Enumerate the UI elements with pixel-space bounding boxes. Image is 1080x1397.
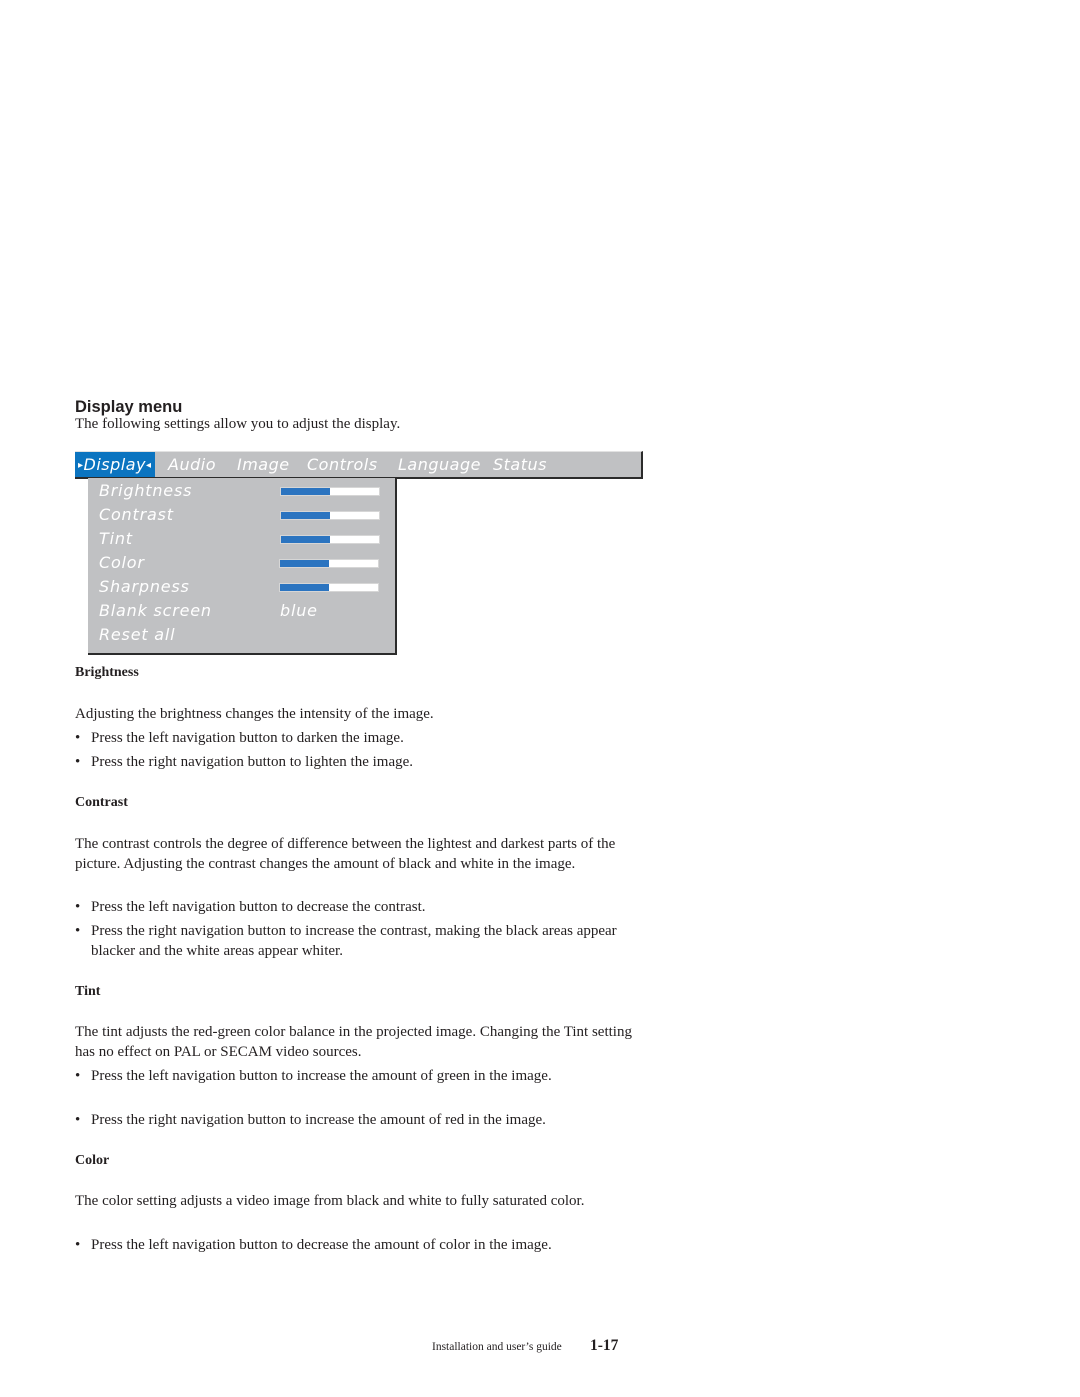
bullet-item: • Press the left navigation button to inc… (75, 1067, 650, 1087)
tab-audio[interactable]: Audio (168, 452, 216, 477)
menu-item-label: Contrast (99, 505, 174, 524)
tab-image[interactable]: Image (237, 452, 290, 477)
menu-item-contrast[interactable]: Contrast (99, 503, 389, 527)
menu-item-tint[interactable]: Tint (99, 527, 389, 551)
menu-item-label: Tint (99, 529, 133, 548)
bullet-icon: • (75, 1237, 81, 1253)
bullet-text: Press the right navigation button to inc… (91, 923, 617, 959)
bullet-icon: • (75, 730, 81, 746)
subsection-heading-tint: Tint (75, 984, 101, 999)
bullet-icon: • (75, 1068, 81, 1084)
bullet-text: Press the left navigation button to decr… (91, 1237, 552, 1253)
contrast-slider[interactable] (280, 511, 380, 520)
bullet-item: • Press the left navigation button to dec… (75, 898, 650, 918)
bullet-item: • Press the right navigation button to in… (75, 1111, 650, 1131)
slider-fill (281, 512, 330, 519)
bullet-item: • Press the right navigation button to li… (75, 753, 650, 773)
menu-item-color[interactable]: Color (99, 551, 389, 575)
subsection-heading-contrast: Contrast (75, 795, 128, 810)
bullet-text: Press the right navigation button to lig… (91, 754, 414, 770)
paragraph: The contrast controls the degree of diff… (75, 836, 616, 872)
menu-item-label: Brightness (99, 481, 193, 500)
bullet-icon: • (75, 754, 81, 770)
bullet-icon: • (75, 923, 81, 939)
footer-book-title: Installation and user’s guide (432, 1341, 562, 1353)
tab-controls[interactable]: Controls (307, 452, 378, 477)
bullet-icon: • (75, 899, 81, 915)
bullet-text: Press the right navigation button to inc… (91, 1112, 546, 1128)
menu-item-label: Blank screen (99, 601, 212, 620)
menu-item-label: Reset all (99, 625, 176, 644)
paragraph: The tint adjusts the red-green color bal… (75, 1024, 632, 1060)
tab-label: Display (83, 455, 147, 474)
slider-fill (280, 584, 329, 591)
tint-slider[interactable] (280, 535, 380, 544)
tab-language[interactable]: Language (398, 452, 481, 477)
menu-item-brightness[interactable]: Brightness (99, 479, 389, 503)
slider-fill (281, 488, 330, 495)
bullet-text: Press the left navigation button to decr… (91, 899, 426, 915)
bullet-item: • Press the left navigation button to dec… (75, 1236, 650, 1256)
blank-screen-value: blue (280, 601, 318, 620)
menu-item-sharpness[interactable]: Sharpness (99, 575, 389, 599)
bullet-text: Press the left navigation button to dark… (91, 730, 404, 746)
menu-item-reset-all[interactable]: Reset all (99, 623, 389, 647)
subsection-heading-color: Color (75, 1153, 110, 1168)
display-menu-panel: Brightness Contrast Tint Color Sharpness… (88, 478, 397, 655)
tab-status[interactable]: Status (493, 452, 547, 477)
menu-item-label: Sharpness (99, 577, 190, 596)
slider-fill (281, 536, 330, 543)
bullet-icon: • (75, 1112, 81, 1128)
color-slider[interactable] (279, 559, 379, 568)
slider-fill (280, 560, 329, 567)
subsection-heading-brightness: Brightness (75, 665, 139, 680)
section-intro: The following settings allow you to adju… (75, 416, 401, 432)
osd-menu-bar: ▸Display◂ Audio Image Controls Language … (75, 451, 643, 479)
sharpness-slider[interactable] (279, 583, 379, 592)
brightness-slider[interactable] (280, 487, 380, 496)
active-marker-right-icon: ◂ (146, 460, 152, 471)
paragraph: Adjusting the brightness changes the int… (75, 706, 434, 722)
menu-item-blank-screen[interactable]: Blank screen blue (99, 599, 389, 623)
bullet-item: • Press the left navigation button to dar… (75, 729, 650, 749)
tab-display[interactable]: ▸Display◂ (75, 452, 155, 477)
page-number: 1-17 (590, 1337, 619, 1354)
paragraph: The color setting adjusts a video image … (75, 1193, 585, 1209)
bullet-text: Press the left navigation button to incr… (91, 1068, 552, 1084)
section-title: Display menu (75, 398, 183, 416)
menu-item-label: Color (99, 553, 145, 572)
bullet-item: • Press the right navigation button to in… (75, 922, 650, 961)
